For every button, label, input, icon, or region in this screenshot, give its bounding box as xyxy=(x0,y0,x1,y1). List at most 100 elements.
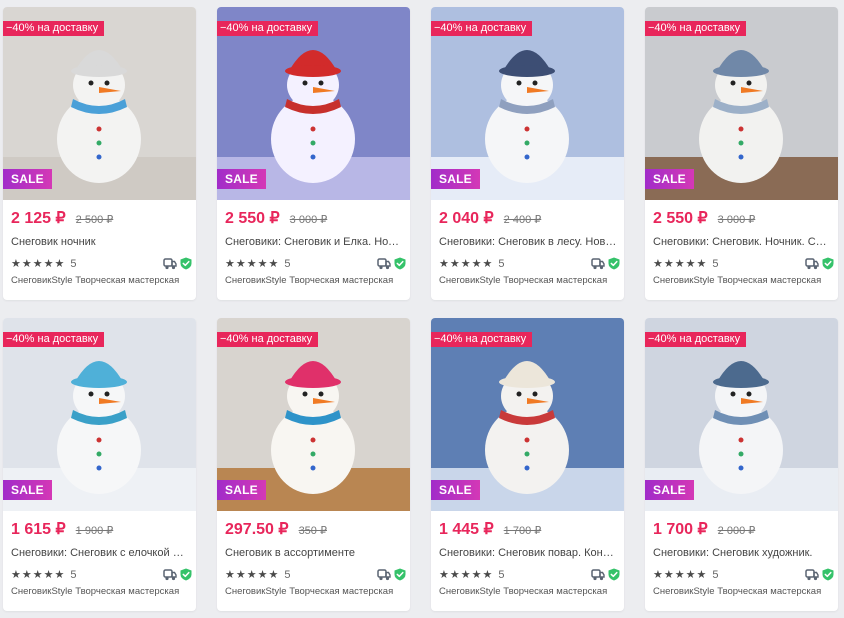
star-icon: ★ xyxy=(460,258,471,270)
product-photo[interactable]: −40% на доставку SALE xyxy=(431,318,624,511)
sale-badge: SALE xyxy=(645,169,694,189)
delivery-discount-badge: −40% на доставку xyxy=(431,21,533,36)
sale-badge: SALE xyxy=(431,169,480,189)
old-price: 1 900 ₽ xyxy=(75,525,114,537)
shop-name[interactable]: СнеговикStyle Творческая мастерская xyxy=(439,586,616,597)
product-card[interactable]: −40% на доставку SALE 2 040 ₽ 2 400 ₽ Сн… xyxy=(431,7,624,300)
price: 297.50 ₽ xyxy=(225,521,289,538)
star-icon: ★ xyxy=(460,569,471,581)
verified-shield-icon xyxy=(180,257,192,275)
shop-name[interactable]: СнеговикStyle Творческая мастерская xyxy=(653,586,830,597)
product-title[interactable]: Снеговики: Снеговик. Ночник. Св… xyxy=(653,236,831,250)
star-icon: ★ xyxy=(449,569,460,581)
star-icon: ★ xyxy=(235,569,246,581)
star-icon: ★ xyxy=(482,258,493,270)
delivery-truck-icon xyxy=(805,257,819,275)
star-icon: ★ xyxy=(43,258,54,270)
price: 2 550 ₽ xyxy=(653,210,708,227)
product-title[interactable]: Снеговики: Снеговик повар. Конд… xyxy=(439,547,617,561)
star-icon: ★ xyxy=(268,569,279,581)
delivery-truck-icon xyxy=(377,568,391,586)
verified-shield-icon xyxy=(394,257,406,275)
product-title[interactable]: Снеговик в ассортименте xyxy=(225,547,403,561)
old-price: 350 ₽ xyxy=(298,525,327,537)
delivery-discount-badge: −40% на доставку xyxy=(3,332,105,347)
delivery-truck-icon xyxy=(591,568,605,586)
rating-stars: ★ ★ ★ ★ ★ xyxy=(225,258,278,270)
product-title[interactable]: Снеговики: Снеговик художник. xyxy=(653,547,831,561)
shop-name[interactable]: СнеговикStyle Творческая мастерская xyxy=(225,275,402,286)
old-price: 2 500 ₽ xyxy=(75,214,114,226)
sale-badge: SALE xyxy=(645,480,694,500)
product-card[interactable]: −40% на доставку SALE 2 125 ₽ 2 500 ₽ Сн… xyxy=(3,7,196,300)
star-icon: ★ xyxy=(32,258,43,270)
product-photo[interactable]: −40% на доставку SALE xyxy=(645,318,838,511)
product-photo[interactable]: −40% на доставку SALE xyxy=(3,318,196,511)
product-card[interactable]: −40% на доставку SALE 1 700 ₽ 2 000 ₽ Сн… xyxy=(645,318,838,611)
product-title[interactable]: Снеговик ночник xyxy=(11,236,189,250)
product-photo[interactable]: −40% на доставку SALE xyxy=(217,318,410,511)
price: 2 550 ₽ xyxy=(225,210,280,227)
star-icon: ★ xyxy=(663,258,674,270)
product-title[interactable]: Снеговики: Снеговик и Елка. Ноч… xyxy=(225,236,403,250)
star-icon: ★ xyxy=(246,569,257,581)
rating-stars: ★ ★ ★ ★ ★ xyxy=(225,569,278,581)
rating-value: 5 xyxy=(498,258,505,270)
star-icon: ★ xyxy=(696,569,707,581)
product-photo[interactable]: −40% на доставку SALE xyxy=(217,7,410,200)
price: 2 040 ₽ xyxy=(439,210,494,227)
star-icon: ★ xyxy=(674,258,685,270)
product-card[interactable]: −40% на доставку SALE 1 615 ₽ 1 900 ₽ Сн… xyxy=(3,318,196,611)
rating-stars: ★ ★ ★ ★ ★ xyxy=(653,569,706,581)
star-icon: ★ xyxy=(674,569,685,581)
rating-value: 5 xyxy=(498,569,505,581)
product-card[interactable]: −40% на доставку SALE 297.50 ₽ 350 ₽ Сне… xyxy=(217,318,410,611)
old-price: 3 000 ₽ xyxy=(717,214,756,226)
product-photo[interactable]: −40% на доставку SALE xyxy=(3,7,196,200)
delivery-truck-icon xyxy=(591,257,605,275)
price: 2 125 ₽ xyxy=(11,210,66,227)
verified-shield-icon xyxy=(822,568,834,586)
star-icon: ★ xyxy=(43,569,54,581)
star-icon: ★ xyxy=(663,569,674,581)
shop-name[interactable]: СнеговикStyle Творческая мастерская xyxy=(653,275,830,286)
rating-stars: ★ ★ ★ ★ ★ xyxy=(11,569,64,581)
star-icon: ★ xyxy=(32,569,43,581)
product-title[interactable]: Снеговики: Снеговик в лесу. Нов… xyxy=(439,236,617,250)
sale-badge: SALE xyxy=(217,480,266,500)
rating-stars: ★ ★ ★ ★ ★ xyxy=(439,258,492,270)
sale-badge: SALE xyxy=(217,169,266,189)
verified-shield-icon xyxy=(608,568,620,586)
product-card[interactable]: −40% на доставку SALE 2 550 ₽ 3 000 ₽ Сн… xyxy=(645,7,838,300)
product-card[interactable]: −40% на доставку SALE 1 445 ₽ 1 700 ₽ Сн… xyxy=(431,318,624,611)
shop-name[interactable]: СнеговикStyle Творческая мастерская xyxy=(439,275,616,286)
delivery-discount-badge: −40% на доставку xyxy=(217,21,319,36)
rating-value: 5 xyxy=(70,258,77,270)
rating-stars: ★ ★ ★ ★ ★ xyxy=(439,569,492,581)
verified-shield-icon xyxy=(180,568,192,586)
product-card[interactable]: −40% на доставку SALE 2 550 ₽ 3 000 ₽ Сн… xyxy=(217,7,410,300)
verified-shield-icon xyxy=(608,257,620,275)
star-icon: ★ xyxy=(471,569,482,581)
product-title[interactable]: Снеговики: Снеговик с елочкой и … xyxy=(11,547,189,561)
delivery-discount-badge: −40% на доставку xyxy=(645,332,747,347)
delivery-truck-icon xyxy=(163,568,177,586)
delivery-truck-icon xyxy=(163,257,177,275)
star-icon: ★ xyxy=(471,258,482,270)
rating-value: 5 xyxy=(284,569,291,581)
sale-badge: SALE xyxy=(3,169,52,189)
rating-value: 5 xyxy=(70,569,77,581)
star-icon: ★ xyxy=(653,258,663,270)
shop-name[interactable]: СнеговикStyle Творческая мастерская xyxy=(11,586,188,597)
shop-name[interactable]: СнеговикStyle Творческая мастерская xyxy=(11,275,188,286)
product-photo[interactable]: −40% на доставку SALE xyxy=(645,7,838,200)
old-price: 1 700 ₽ xyxy=(503,525,542,537)
delivery-discount-badge: −40% на доставку xyxy=(217,332,319,347)
old-price: 2 400 ₽ xyxy=(503,214,542,226)
rating-value: 5 xyxy=(284,258,291,270)
star-icon: ★ xyxy=(257,569,268,581)
price: 1 445 ₽ xyxy=(439,521,494,538)
delivery-truck-icon xyxy=(805,568,819,586)
shop-name[interactable]: СнеговикStyle Творческая мастерская xyxy=(225,586,402,597)
product-photo[interactable]: −40% на доставку SALE xyxy=(431,7,624,200)
